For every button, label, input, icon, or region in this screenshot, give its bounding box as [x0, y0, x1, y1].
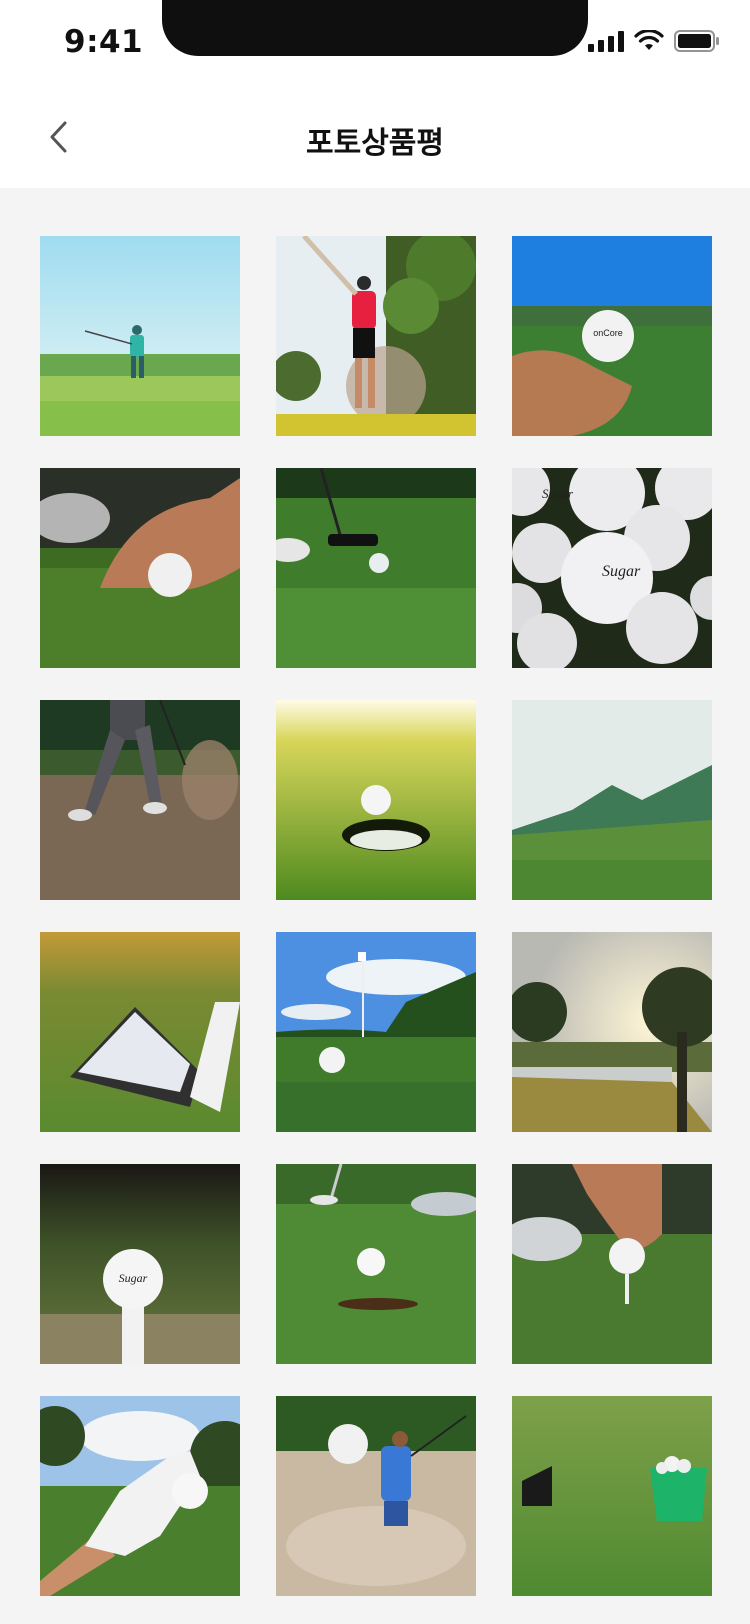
putt-to-hole-photo: [276, 1164, 476, 1364]
svg-text:Sugar: Sugar: [119, 1271, 148, 1285]
photo-thumbnail[interactable]: [40, 1396, 240, 1596]
pile-of-balls-photo: Sugar Sugar: [512, 468, 712, 668]
photo-thumbnail[interactable]: [512, 1396, 712, 1596]
photo-thumbnail[interactable]: [40, 468, 240, 668]
photo-thumbnail[interactable]: [276, 1164, 476, 1364]
photo-thumbnail[interactable]: Sugar: [40, 1164, 240, 1364]
svg-text:onCore: onCore: [593, 328, 623, 338]
system-icons: [588, 30, 720, 52]
svg-text:Sugar: Sugar: [542, 486, 574, 501]
ball-pyramid-photo: [40, 932, 240, 1132]
gloved-hand-ball-photo: [40, 1396, 240, 1596]
hand-on-tee-photo: [512, 1164, 712, 1364]
status-bar: 9:41: [0, 0, 750, 90]
svg-text:Sugar: Sugar: [602, 563, 641, 580]
sunset-pond-photo: [512, 932, 712, 1132]
sand-swing-photo: [276, 1396, 476, 1596]
battery-icon: [674, 30, 720, 52]
photo-thumbnail[interactable]: [40, 700, 240, 900]
golfer-swing-photo: [40, 236, 240, 436]
photo-thumbnail[interactable]: [276, 468, 476, 668]
photo-thumbnail[interactable]: [276, 236, 476, 436]
putter-green-photo: [276, 468, 476, 668]
photo-thumbnail[interactable]: [276, 932, 476, 1132]
photo-thumbnail[interactable]: [276, 1396, 476, 1596]
photo-thumbnail[interactable]: [512, 700, 712, 900]
photo-thumbnail[interactable]: [276, 700, 476, 900]
ball-on-tee-photo: Sugar: [40, 1164, 240, 1364]
photo-thumbnail[interactable]: [40, 236, 240, 436]
golfer-red-shirt-photo: [276, 236, 476, 436]
hand-placing-ball-photo: [40, 468, 240, 668]
photo-thumbnail[interactable]: Sugar Sugar: [512, 468, 712, 668]
mountain-course-photo: [512, 700, 712, 900]
hand-holding-ball-photo: onCore: [512, 236, 712, 436]
navigation-header: 포토상품평: [0, 90, 750, 188]
device-notch: [162, 0, 588, 56]
wifi-icon: [634, 30, 664, 52]
photo-thumbnail[interactable]: onCore: [512, 236, 712, 436]
status-time: 9:41: [64, 24, 144, 60]
ball-basket-photo: [512, 1396, 712, 1596]
photo-thumbnail[interactable]: [40, 932, 240, 1132]
page-title: 포토상품평: [306, 126, 444, 161]
flag-fairway-photo: [276, 932, 476, 1132]
bunker-shot-photo: [40, 700, 240, 900]
photo-review-grid: onCore Sugar Sugar Sugar: [40, 236, 712, 1596]
ball-at-hole-photo: [276, 700, 476, 900]
photo-thumbnail[interactable]: [512, 932, 712, 1132]
cellular-signal-icon: [588, 30, 624, 52]
photo-thumbnail[interactable]: [512, 1164, 712, 1364]
